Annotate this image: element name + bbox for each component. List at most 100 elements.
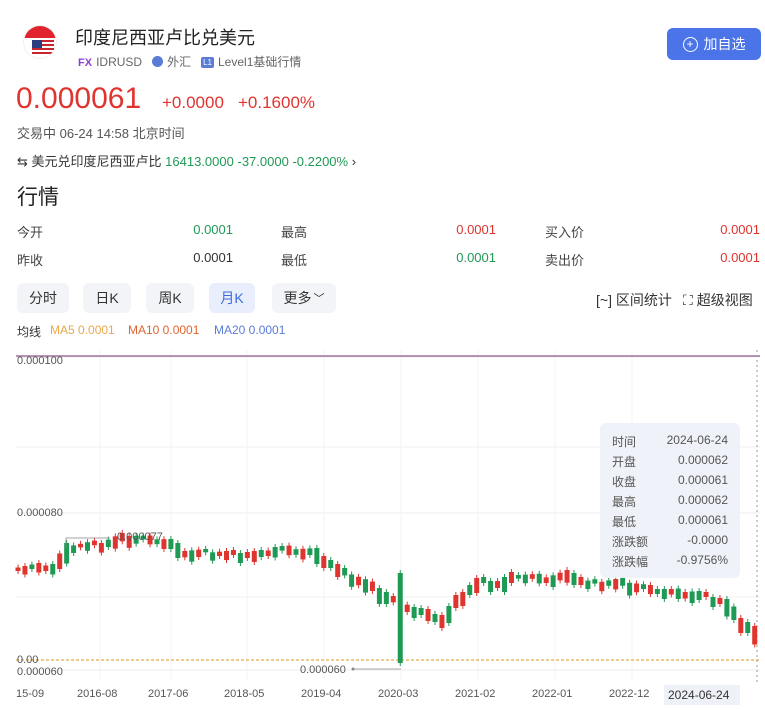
reverse-pair-link[interactable]: ⇆ 美元兑印度尼西亚卢比 16413.0000 -37.0000 -0.2200… <box>17 151 356 170</box>
tooltip-row: 涨跌额 -0.0000 <box>612 533 728 549</box>
candle-body <box>175 543 181 558</box>
candle-body <box>397 573 403 663</box>
range-stats-button[interactable]: [~] 区间统计 <box>596 290 672 310</box>
candle-body <box>390 596 396 603</box>
crosshair-date: 2024-06-24 <box>668 688 730 702</box>
candle-body <box>654 589 660 594</box>
tab-daily[interactable]: 日K <box>83 283 131 313</box>
tab-more[interactable]: 更多 ﹀ <box>272 283 336 313</box>
candle-body <box>15 567 21 571</box>
y-tick-label: 0.000080 <box>17 507 63 519</box>
candle-body <box>502 577 507 592</box>
candle-body <box>363 579 368 593</box>
svg-text:0.000060: 0.000060 <box>300 664 346 676</box>
candle-body <box>71 545 77 553</box>
tooltip-row: 时间 2024-06-24 <box>612 433 728 449</box>
candle-body <box>335 564 341 577</box>
candle-body <box>91 540 97 546</box>
candle-body <box>481 577 487 583</box>
candle-body <box>64 543 70 564</box>
candle-body <box>50 564 56 575</box>
candle-body <box>279 546 285 551</box>
symbol-tag: FX IDRUSD <box>78 54 143 69</box>
x-tick-label: 2019-04 <box>301 688 341 700</box>
candle-body <box>738 618 744 633</box>
candle-body <box>224 551 229 560</box>
candle-body <box>78 543 84 548</box>
x-tick-label: 15-09 <box>16 688 44 700</box>
candle-body <box>550 575 556 587</box>
candle-body <box>460 592 466 606</box>
tab-monthly[interactable]: 月K <box>209 283 255 313</box>
candle-body <box>314 548 320 564</box>
price-change-pct: +0.1600% <box>238 93 316 112</box>
candle-body <box>251 551 257 562</box>
candle-body <box>682 592 688 599</box>
candle-body <box>571 573 577 585</box>
candle-body <box>404 604 410 612</box>
tab-intraday[interactable]: 分时 <box>17 283 69 313</box>
candle-body <box>196 549 202 557</box>
candle-body <box>356 576 362 586</box>
candle-body <box>599 581 605 592</box>
stat-label: 最低 <box>281 253 308 268</box>
candle-body <box>724 599 730 617</box>
x-tick-label: 2018-05 <box>224 688 264 700</box>
candle-body <box>189 550 195 562</box>
candle-body <box>731 606 737 620</box>
stat-value: 0.0001 <box>456 222 496 237</box>
level-badge-icon: L1 <box>201 57 214 68</box>
candle-body <box>752 626 758 645</box>
candle-body <box>272 547 278 558</box>
x-tick-label: 2020-03 <box>378 688 418 700</box>
candle-body <box>606 580 612 586</box>
candle-body <box>369 581 375 591</box>
stat-value: 0.0001 <box>193 250 233 265</box>
candle-body <box>592 579 598 584</box>
expand-icon: ⛶ <box>683 292 693 308</box>
add-watchlist-button[interactable]: + 加自选 <box>667 28 761 60</box>
stat-value: 0.0001 <box>193 222 233 237</box>
tooltip-row: 收盘 0.000061 <box>612 473 728 489</box>
tab-weekly[interactable]: 周K <box>146 283 194 313</box>
candle-body <box>383 592 389 604</box>
candle-body <box>210 552 216 561</box>
candle-body <box>675 588 681 599</box>
globe-icon <box>152 56 164 67</box>
stat-label: 今开 <box>17 225 44 240</box>
candle-body <box>432 614 438 622</box>
candle-body <box>57 553 63 569</box>
candle-body <box>710 597 716 607</box>
ma-label: 均线 <box>17 325 42 339</box>
candle-body <box>627 582 633 596</box>
candle-body <box>557 572 563 581</box>
candle-body <box>703 592 709 597</box>
current-axis-label: 0.00 <box>17 654 38 666</box>
candle-body <box>578 577 584 585</box>
candle-body <box>647 585 653 594</box>
stat-label: 昨收 <box>17 253 44 268</box>
y-tick-label: 0.000060 <box>17 666 63 678</box>
candle-body <box>745 622 751 633</box>
candle-body <box>564 570 570 583</box>
candle-body <box>105 539 111 547</box>
candle-body <box>446 606 452 623</box>
svg-text:0.000077: 0.000077 <box>117 531 163 543</box>
candle-body <box>293 549 299 555</box>
tooltip-row: 开盘 0.000062 <box>612 453 728 469</box>
candle-body <box>376 588 382 604</box>
super-view-button[interactable]: ⛶ 超级视图 <box>683 290 753 310</box>
candle-body <box>641 584 646 589</box>
candle-body <box>668 589 674 595</box>
candle-body <box>634 583 640 593</box>
stat-value: 0.0001 <box>456 250 496 265</box>
plus-circle-icon: + <box>682 36 698 52</box>
candle-body <box>98 543 104 553</box>
level-tag: L1 Level1基础行情 <box>201 55 302 69</box>
candle-body <box>515 575 521 579</box>
candle-body <box>286 545 292 556</box>
y-tick-label: 0.000100 <box>17 355 63 367</box>
price-change: +0.0000 <box>162 93 224 112</box>
candle-body <box>529 574 535 579</box>
ma5-legend: MA5 0.0001 <box>50 323 115 337</box>
